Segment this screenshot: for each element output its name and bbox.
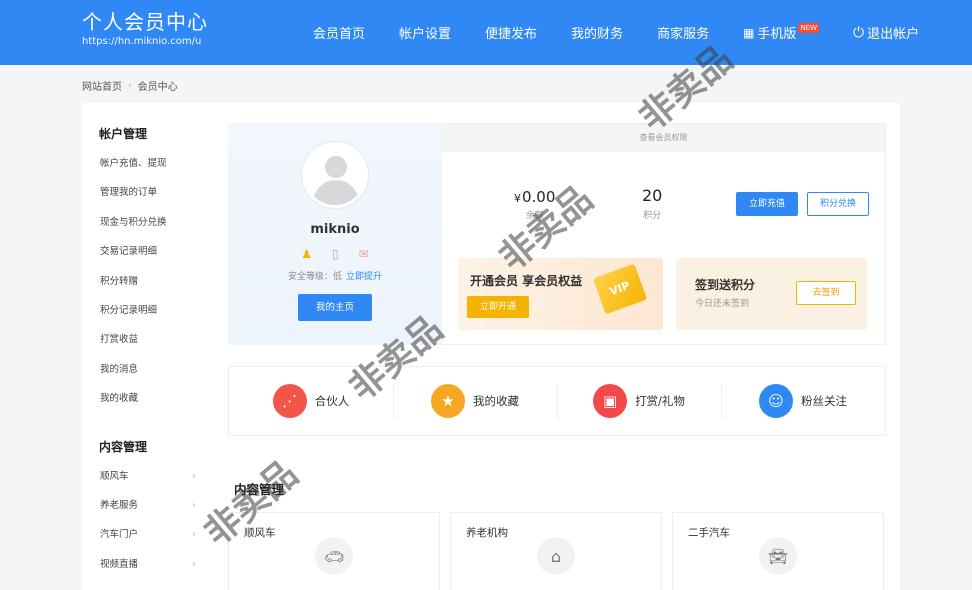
new-badge: NEW <box>798 22 820 33</box>
sidebar-item[interactable]: 交易记录明细 <box>82 237 212 266</box>
avatar[interactable] <box>302 142 368 208</box>
nav-merchant-services[interactable]: 商家服务 <box>657 23 709 42</box>
share-icon: ⋰ <box>272 384 307 418</box>
sidebar-item[interactable]: 我的收藏 <box>82 384 212 413</box>
sidebar-item[interactable]: 养老服务 › <box>82 491 212 520</box>
quick-links: ⋰ 合伙人 ★ 我的收藏 ▣ 打赏/礼物 ☺ 粉丝关注 <box>228 366 886 436</box>
security-level: 安全等级：低 立即提升 <box>287 272 383 282</box>
nav-quick-publish[interactable]: 便捷发布 <box>485 23 537 42</box>
vip-promo-card[interactable]: 开通会员 享会员权益 立即开通 VIP <box>458 258 663 330</box>
finance-card: 查看会员权限 ¥0.00 余额 20 积分 立即充值 积分兑换 开通会员 享会员… <box>442 123 886 345</box>
site-url: https://hn.miknio.com/u <box>82 36 202 47</box>
gift-icon: ▣ <box>593 384 628 418</box>
sign-in-button[interactable]: 去签到 <box>796 281 856 305</box>
content-card-used-cars[interactable]: 二手汽车 🚘︎ <box>672 512 884 590</box>
sidebar-account-title: 帐户管理 <box>99 127 148 141</box>
power-icon: ⏻ <box>853 24 865 41</box>
content-section-title: 内容管理 <box>234 482 285 497</box>
vip-title: 开通会员 享会员权益 <box>470 274 583 288</box>
chevron-right-icon: › <box>192 499 196 511</box>
sidebar-item[interactable]: 顺风车 › <box>82 462 212 491</box>
upgrade-security-link[interactable]: 立即提升 <box>346 272 382 282</box>
username: miknio <box>310 222 360 237</box>
sidebar-item[interactable]: 积分转赠 <box>82 267 212 296</box>
member-rights-link[interactable]: 查看会员权限 <box>442 124 885 152</box>
breadcrumb-current: 会员中心 <box>137 82 178 93</box>
quick-link-favorites[interactable]: ★ 我的收藏 <box>393 367 557 435</box>
my-homepage-button[interactable]: 我的主页 <box>298 294 372 321</box>
sidebar-item[interactable]: 积分记录明细 <box>82 296 212 325</box>
open-vip-button[interactable]: 立即开通 <box>467 296 529 318</box>
balance-value: 0.00 <box>522 188 556 206</box>
sidebar-item[interactable]: 现金与积分兑换 <box>82 208 212 237</box>
quick-link-followers[interactable]: ☺ 粉丝关注 <box>721 367 885 435</box>
recharge-button[interactable]: 立即充值 <box>736 192 798 216</box>
sidebar-item[interactable]: 管理我的订单 <box>82 178 212 207</box>
site-title: 个人会员中心 <box>82 10 208 34</box>
points-block: 20 积分 <box>642 186 662 221</box>
email-verify-icon[interactable]: ✉ <box>359 247 369 263</box>
nav-member-home[interactable]: 会员首页 <box>313 23 365 42</box>
sign-in-card: 签到送积分 今日还未签到 去签到 <box>676 258 867 330</box>
nav-account-settings[interactable]: 帐户设置 <box>399 23 451 42</box>
chevron-right-icon: › <box>192 470 196 482</box>
quick-link-partner[interactable]: ⋰ 合伙人 <box>229 367 393 435</box>
star-icon: ★ <box>431 384 465 418</box>
content-card-elderly-care[interactable]: 养老机构 ⌂ <box>450 512 662 590</box>
car-front-icon: 🚘︎ <box>759 537 797 575</box>
nav-my-finance[interactable]: 我的财务 <box>571 23 623 42</box>
points-label: 积分 <box>643 211 662 221</box>
main-nav: 会员首页 帐户设置 便捷发布 我的财务 商家服务 ▦ 手机版 NEW ⏻ 退出帐… <box>296 0 936 65</box>
sidebar-item[interactable]: 打赏收益 <box>82 325 212 354</box>
nav-mobile-version[interactable]: ▦ 手机版 NEW <box>743 22 820 42</box>
chevron-right-icon: › <box>192 529 196 541</box>
sign-title: 签到送积分 <box>695 278 756 292</box>
user-heart-icon: ☺ <box>759 384 793 418</box>
sidebar: 帐户管理 帐户充值、提现 管理我的订单 现金与积分兑换 交易记录明细 积分转赠 … <box>82 103 212 579</box>
verify-icons: ♟ ▯ ✉ <box>228 247 442 263</box>
phone-verify-icon[interactable]: ▯ <box>332 247 339 263</box>
balance-label: 余额 <box>525 211 544 221</box>
chevron-right-icon: › <box>128 80 132 91</box>
breadcrumb: 网站首页 › 会员中心 <box>82 78 178 94</box>
home-heart-icon: ⌂ <box>537 537 575 575</box>
brand[interactable]: 个人会员中心 https://hn.miknio.com/u <box>82 10 208 48</box>
currency-symbol: ¥ <box>514 192 521 205</box>
quick-link-gifts[interactable]: ▣ 打赏/礼物 <box>557 367 721 435</box>
sidebar-item[interactable]: 视频直播 › <box>82 550 212 579</box>
sidebar-item[interactable]: 我的消息 <box>82 355 212 384</box>
balance-block: ¥0.00 余额 <box>514 188 555 221</box>
phone-grid-icon: ▦ <box>743 25 755 40</box>
content-card-rideshare[interactable]: 顺风车 🚗︎ <box>228 512 440 590</box>
profile-card: miknio ♟ ▯ ✉ 安全等级：低 立即提升 我的主页 <box>228 123 442 345</box>
nav-logout[interactable]: ⏻ 退出帐户 <box>853 23 919 43</box>
vip-card-icon: VIP <box>592 263 648 315</box>
sidebar-item[interactable]: 帐户充值、提现 <box>82 149 212 178</box>
breadcrumb-home[interactable]: 网站首页 <box>82 78 122 93</box>
points-value: 20 <box>642 186 663 205</box>
sidebar-item[interactable]: 汽车门户 › <box>82 520 212 549</box>
exchange-points-button[interactable]: 积分兑换 <box>807 192 869 216</box>
car-icon: 🚗︎ <box>315 537 353 575</box>
user-verify-icon[interactable]: ♟ <box>301 247 312 263</box>
main-panel: 帐户管理 帐户充值、提现 管理我的订单 现金与积分兑换 交易记录明细 积分转赠 … <box>82 103 900 590</box>
chevron-right-icon: › <box>192 558 196 570</box>
sign-subtitle: 今日还未签到 <box>695 299 750 309</box>
sidebar-content-title: 内容管理 <box>99 439 148 454</box>
top-header: 个人会员中心 https://hn.miknio.com/u 会员首页 帐户设置… <box>0 0 972 65</box>
